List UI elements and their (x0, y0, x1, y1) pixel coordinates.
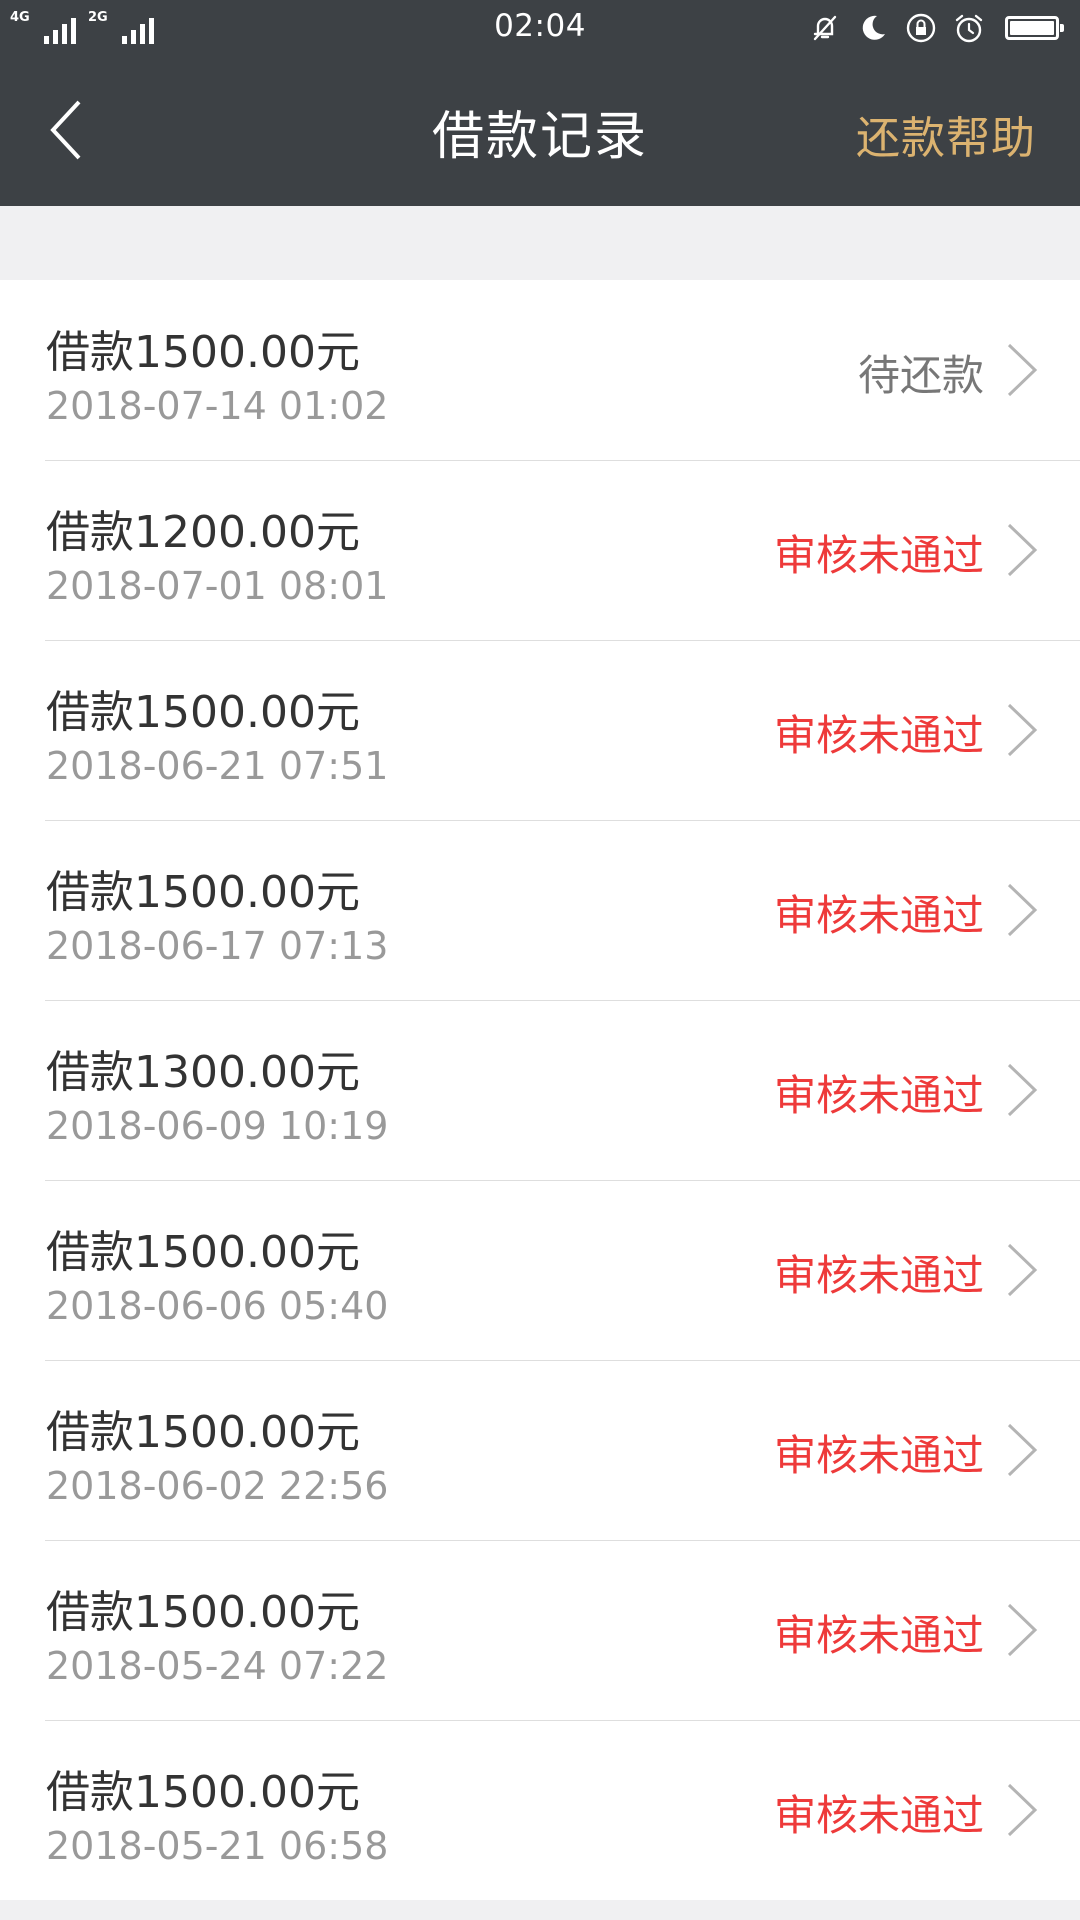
loan-amount: 借款1500.00元 (46, 1587, 360, 1638)
rotation-lock-icon (904, 11, 938, 45)
loan-record-row[interactable]: 借款1500.00元 2018-07-14 01:02 待还款 (0, 280, 1080, 460)
status-bar: 4G 2G 02:04 (0, 0, 1080, 56)
loan-amount: 借款1500.00元 (46, 1407, 360, 1458)
loan-record-row[interactable]: 借款1500.00元 2018-06-21 07:51 审核未通过 (0, 640, 1080, 820)
loan-amount: 借款1300.00元 (46, 1047, 360, 1098)
loan-date: 2018-06-21 07:51 (46, 744, 389, 788)
chevron-right-icon (1002, 1420, 1042, 1480)
loan-date: 2018-05-21 06:58 (46, 1824, 389, 1868)
chevron-right-icon (1002, 1240, 1042, 1300)
status-icons (808, 8, 1064, 48)
loan-record-row[interactable]: 借款1500.00元 2018-05-21 06:58 审核未通过 (0, 1720, 1080, 1900)
loan-amount: 借款1500.00元 (46, 867, 360, 918)
loan-record-row[interactable]: 借款1500.00元 2018-05-24 07:22 审核未通过 (0, 1540, 1080, 1720)
chevron-right-icon (1002, 880, 1042, 940)
battery-fill (1010, 21, 1054, 35)
loan-date: 2018-07-01 08:01 (46, 564, 389, 608)
chevron-left-icon (45, 98, 85, 166)
battery-icon (1000, 11, 1064, 45)
loan-date: 2018-06-02 22:56 (46, 1464, 389, 1508)
loan-status: 审核未通过 (773, 1071, 984, 1120)
loan-records-screen: 4G 2G 02:04 借款记录 还款帮助 借款1500.00元 2018-07… (0, 0, 1080, 1920)
chevron-right-icon (1002, 340, 1042, 400)
loan-date: 2018-06-06 05:40 (46, 1284, 389, 1328)
nav-bar: 借款记录 还款帮助 (0, 56, 1080, 206)
header: 4G 2G 02:04 借款记录 还款帮助 (0, 0, 1080, 206)
loan-record-row[interactable]: 借款1500.00元 2018-06-17 07:13 审核未通过 (0, 820, 1080, 1000)
loan-record-row[interactable]: 借款1200.00元 2018-07-01 08:01 审核未通过 (0, 460, 1080, 640)
moon-icon (856, 11, 890, 45)
loan-status: 待还款 (857, 351, 984, 400)
mute-icon (808, 11, 842, 45)
chevron-right-icon (1002, 520, 1042, 580)
loan-date: 2018-06-17 07:13 (46, 924, 389, 968)
repayment-help-button[interactable]: 还款帮助 (856, 102, 1036, 166)
chevron-right-icon (1002, 700, 1042, 760)
loan-status: 审核未通过 (773, 1251, 984, 1300)
loan-date: 2018-06-09 10:19 (46, 1104, 389, 1148)
chevron-right-icon (1002, 1780, 1042, 1840)
back-button[interactable] (30, 92, 100, 172)
loan-status: 审核未通过 (773, 1791, 984, 1840)
loan-record-row[interactable]: 借款1500.00元 2018-06-06 05:40 审核未通过 (0, 1180, 1080, 1360)
loan-amount: 借款1500.00元 (46, 1767, 360, 1818)
loan-date: 2018-05-24 07:22 (46, 1644, 389, 1688)
loan-amount: 借款1500.00元 (46, 687, 360, 738)
loan-amount: 借款1500.00元 (46, 327, 360, 378)
chevron-right-icon (1002, 1600, 1042, 1660)
loan-record-row[interactable]: 借款1500.00元 2018-06-02 22:56 审核未通过 (0, 1360, 1080, 1540)
loan-record-list: 借款1500.00元 2018-07-14 01:02 待还款 借款1200.0… (0, 280, 1080, 1900)
loan-status: 审核未通过 (773, 891, 984, 940)
loan-record-row[interactable]: 借款1300.00元 2018-06-09 10:19 审核未通过 (0, 1000, 1080, 1180)
loan-date: 2018-07-14 01:02 (46, 384, 389, 428)
chevron-right-icon (1002, 1060, 1042, 1120)
loan-status: 审核未通过 (773, 1431, 984, 1480)
loan-status: 审核未通过 (773, 531, 984, 580)
loan-amount: 借款1200.00元 (46, 507, 360, 558)
alarm-icon (952, 11, 986, 45)
loan-amount: 借款1500.00元 (46, 1227, 360, 1278)
loan-status: 审核未通过 (773, 1611, 984, 1660)
loan-status: 审核未通过 (773, 711, 984, 760)
